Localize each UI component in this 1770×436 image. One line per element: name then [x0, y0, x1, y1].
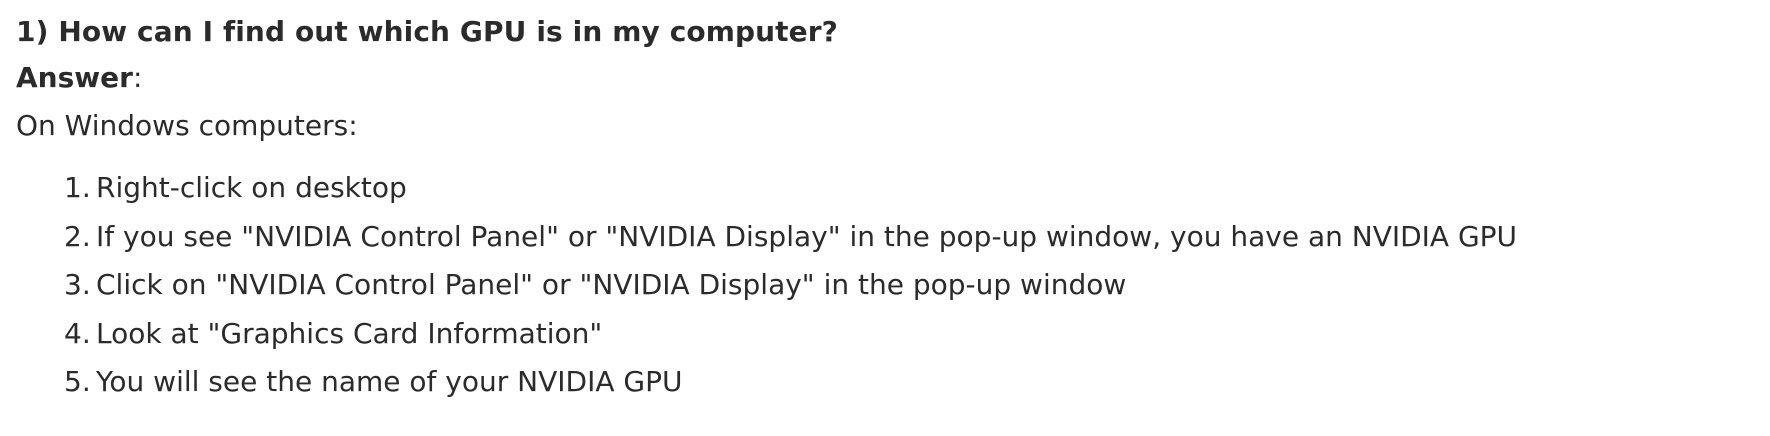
answer-colon: : [132, 61, 143, 94]
list-item: 4. Look at "Graphics Card Information" [64, 310, 1770, 359]
step-number: 3. [64, 268, 91, 301]
step-number: 2. [64, 219, 91, 253]
faq-entry: 1) How can I find out which GPU is in my… [0, 0, 1770, 436]
step-number: 4. [64, 316, 91, 350]
answer-heading: Answer: [16, 52, 1770, 104]
step-number: 1. [64, 171, 91, 204]
steps-list: 1. Right-click on desktop 2. If you see "N… [16, 164, 1770, 407]
step-text: You will see the name of your NVIDIA GPU [96, 365, 683, 398]
list-item: 1. Right-click on desktop [64, 164, 1770, 213]
intro-text: On Windows computers: [16, 109, 358, 142]
answer-label: Answer [16, 61, 133, 94]
list-item: 5. You will see the name of your NVIDIA G… [64, 358, 1770, 407]
step-text: If you see "NVIDIA Control Panel" or "NV… [96, 219, 1518, 253]
list-item: 2. If you see "NVIDIA Control Panel" or "… [64, 213, 1770, 262]
list-item: 3. Click on "NVIDIA Control Panel" or "NV… [64, 261, 1770, 310]
step-number: 5. [64, 365, 91, 398]
step-text: Right-click on desktop [96, 171, 407, 204]
faq-question: 1) How can I find out which GPU is in my… [16, 15, 839, 48]
step-text: Look at "Graphics Card Information" [96, 316, 603, 350]
step-text: Click on "NVIDIA Control Panel" or "NVID… [96, 268, 1127, 301]
